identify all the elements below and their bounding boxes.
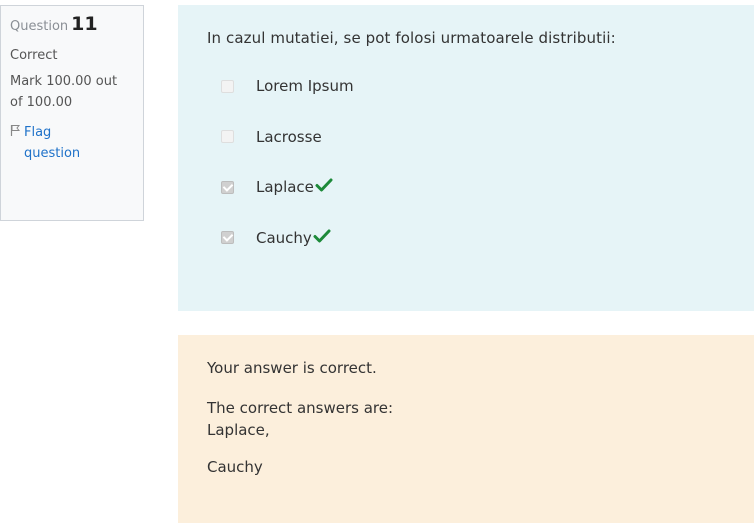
flag-label[interactable]: Flag question xyxy=(24,122,80,164)
answer-checkbox[interactable] xyxy=(221,180,234,194)
right-answer-intro: The correct answers are: xyxy=(207,399,394,417)
flag-label-line-2[interactable]: question xyxy=(24,146,80,161)
question-grade: Mark 100.00 out of 100.00 xyxy=(10,71,137,113)
flag-label-line-1[interactable]: Flag xyxy=(24,125,51,140)
answer-label: Cauchy xyxy=(256,228,312,247)
feedback-panel: Your answer is correct. The correct answ… xyxy=(178,335,754,523)
answer-option[interactable]: Laplace xyxy=(221,174,754,200)
answer-checkbox[interactable] xyxy=(221,231,234,244)
answer-option[interactable]: Lacrosse xyxy=(221,124,754,150)
question-info-panel: Question 11 Correct Mark 100.00 out of 1… xyxy=(0,5,144,221)
answer-option[interactable]: Lorem Ipsum xyxy=(221,73,754,99)
answer-label: Lorem Ipsum xyxy=(256,77,354,95)
specific-feedback: Your answer is correct. xyxy=(207,359,377,377)
answer-checkbox[interactable] xyxy=(221,130,234,143)
flag-icon xyxy=(10,122,24,164)
question-state: Correct xyxy=(10,48,58,63)
answer-checkbox[interactable] xyxy=(221,79,234,93)
flag-question-link[interactable]: Flag question xyxy=(10,122,137,164)
right-answer-item: Cauchy xyxy=(207,458,263,476)
correct-check-icon xyxy=(313,228,331,244)
question-text: In cazul mutatiei, se pot folosi urmatoa… xyxy=(207,29,616,47)
answer-list: Lorem Ipsum Lacrosse Laplace Cauchy xyxy=(207,73,754,251)
question-number-value: 11 xyxy=(71,13,98,35)
question-label: Question xyxy=(10,19,69,34)
correct-check-icon xyxy=(315,177,333,193)
question-number: Question 11 xyxy=(10,14,137,44)
grade-line-2: of 100.00 xyxy=(10,95,73,110)
question-formulation: In cazul mutatiei, se pot folosi urmatoa… xyxy=(178,5,754,311)
answer-label: Lacrosse xyxy=(256,127,322,146)
answer-label: Laplace xyxy=(256,178,314,196)
grade-line-1: Mark 100.00 out xyxy=(10,74,118,89)
right-answer-item: Laplace, xyxy=(207,421,270,439)
answer-option[interactable]: Cauchy xyxy=(221,225,754,251)
